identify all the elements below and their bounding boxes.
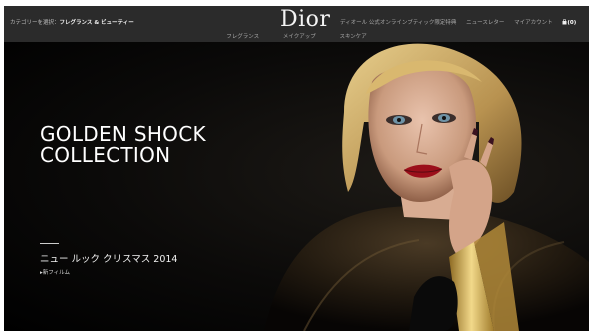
- title-line-1: GOLDEN SHOCK: [40, 122, 206, 146]
- subnav-makeup[interactable]: メイクアップ: [283, 34, 316, 40]
- nav-my-account[interactable]: マイアカウント: [514, 20, 553, 26]
- category-prefix: カテゴリーを選択：: [10, 20, 60, 26]
- collection-title: GOLDEN SHOCK COLLECTION: [40, 124, 206, 166]
- subnav-skincare[interactable]: スキンケア: [339, 34, 366, 40]
- title-line-2: COLLECTION: [40, 143, 171, 167]
- shopping-bag-button[interactable]: (0): [562, 18, 586, 26]
- bag-count: (0): [567, 20, 577, 26]
- new-film-link[interactable]: ▸新フィルム: [40, 268, 70, 276]
- hero-model-image[interactable]: [244, 42, 589, 331]
- dior-logo[interactable]: Dior: [280, 7, 330, 32]
- top-nav: ディオール 公式オンラインブティック限定特典 ニュースレター マイアカウント (…: [340, 18, 589, 26]
- hero-subtitle: ニュー ルック クリスマス 2014: [40, 254, 178, 265]
- category-selector[interactable]: カテゴリーを選択：フレグランス & ビューティー: [10, 18, 134, 26]
- film-link-label: 新フィルム: [42, 270, 71, 276]
- nav-newsletter[interactable]: ニュースレター: [466, 20, 504, 26]
- title-divider: [40, 243, 59, 244]
- category-subnav: フレグランス メイクアップ スキンケア: [4, 32, 589, 40]
- nav-boutique-benefits[interactable]: ディオール 公式オンラインブティック限定特典: [340, 20, 456, 26]
- browser-viewport: カテゴリーを選択：フレグランス & ビューティー Dior ディオール 公式オン…: [4, 6, 589, 331]
- subnav-fragrance[interactable]: フレグランス: [226, 34, 259, 40]
- category-current[interactable]: フレグランス & ビューティー: [60, 20, 134, 26]
- top-bar: カテゴリーを選択：フレグランス & ビューティー Dior ディオール 公式オン…: [4, 6, 589, 42]
